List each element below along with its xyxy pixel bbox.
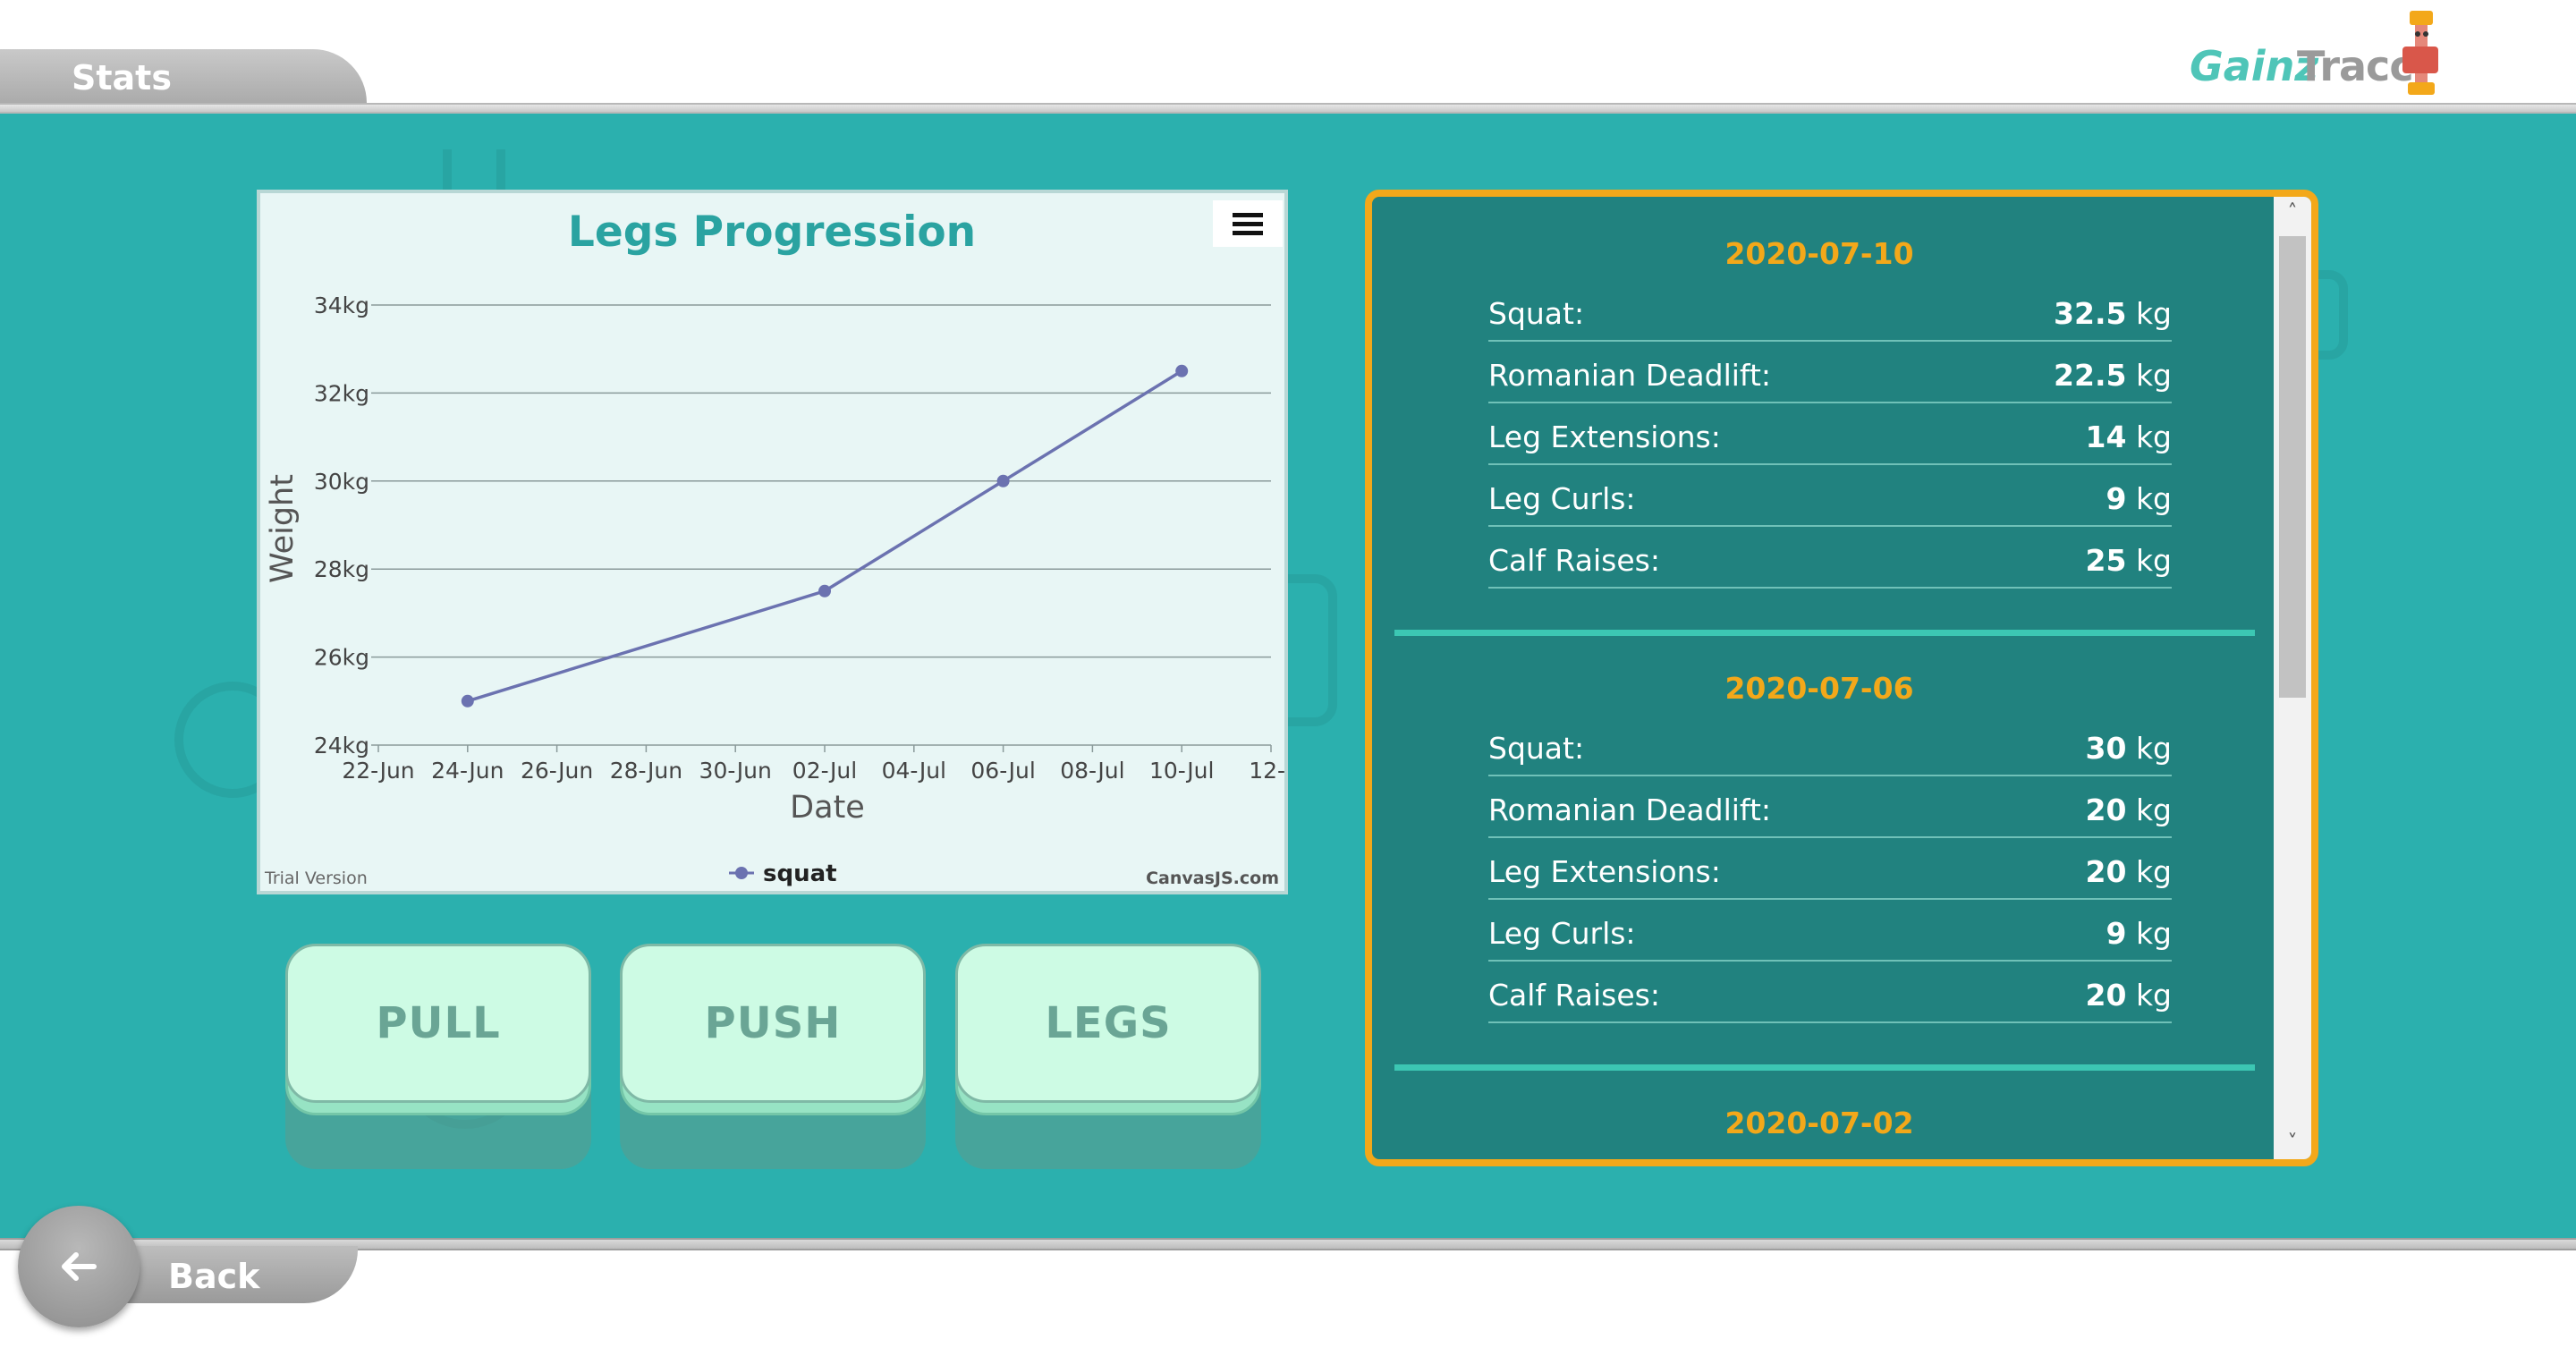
workout-history-list[interactable]: 2020-07-10 Squat: 32.5 kg Romanian Deadl… <box>1372 197 2267 1159</box>
x-tick-label: 02-Jul <box>792 758 857 784</box>
y-tick-label: 34kg <box>314 292 369 318</box>
scrollbar-thumb[interactable] <box>2279 236 2306 698</box>
exercise-weight: 20 kg <box>2085 854 2173 889</box>
exercise-weight: 20 kg <box>2085 792 2173 827</box>
canvasjs-credit-link[interactable]: CanvasJS.com <box>1146 869 1279 888</box>
main-area: 24kg 26kg 28kg 30kg 32kg 34kg 22-Jun 24-Jun 26-J… <box>0 114 2576 1243</box>
exercise-name: Leg Extensions: <box>1488 420 1721 454</box>
exercise-name: Romanian Deadlift: <box>1488 358 1772 393</box>
exercise-row: Calf Raises: 25 kg <box>1488 528 2172 589</box>
pull-button[interactable]: PULL <box>285 944 591 1169</box>
exercise-name: Leg Curls: <box>1488 916 1636 951</box>
x-tick-label: 06-Jul <box>970 758 1035 784</box>
exercise-weight: 20 kg <box>2085 978 2173 1013</box>
exercise-weight: 30 kg <box>2085 731 2173 766</box>
exercise-row: Leg Extensions: 20 kg <box>1488 839 2172 900</box>
legend-label-squat[interactable]: squat <box>763 860 837 887</box>
push-button[interactable]: PUSH <box>620 944 926 1169</box>
stats-tab: Stats <box>0 49 367 106</box>
squat-data-point[interactable] <box>818 584 831 597</box>
y-tick-label: 26kg <box>314 645 369 671</box>
y-tick-label: 32kg <box>314 380 369 406</box>
y-tick-label: 30kg <box>314 469 369 495</box>
squat-data-point[interactable] <box>461 694 474 708</box>
exercise-weight: 9 kg <box>2106 916 2172 951</box>
exercise-row: Squat: 32.5 kg <box>1488 281 2172 342</box>
legs-progression-chart: 24kg 26kg 28kg 30kg 32kg 34kg 22-Jun 24-Jun 26-J… <box>257 190 1288 894</box>
squat-data-point[interactable] <box>1175 364 1189 377</box>
chart-menu-button[interactable] <box>1213 200 1283 247</box>
history-scrollbar[interactable]: ˄ ˅ <box>2274 197 2311 1159</box>
exercise-weight: 32.5 kg <box>2054 296 2172 331</box>
scroll-down-icon[interactable]: ˅ <box>2274 1127 2311 1159</box>
entry-separator <box>1394 630 2255 636</box>
x-tick-label: 22-Jun <box>342 758 414 784</box>
exercise-row: Leg Extensions: 14 kg <box>1488 404 2172 465</box>
arrow-left-icon <box>62 1252 97 1281</box>
y-tick-label: 28kg <box>314 556 369 582</box>
dumbbell-mascot-icon <box>2402 11 2438 95</box>
x-tick-label: 28-Jun <box>610 758 682 784</box>
exercise-name: Squat: <box>1488 731 1585 766</box>
bottom-bar <box>0 1250 2576 1356</box>
exercise-row: Romanian Deadlift: 20 kg <box>1488 777 2172 838</box>
exercise-row: Romanian Deadlift: 22.5 kg <box>1488 343 2172 403</box>
exercise-weight: 22.5 kg <box>2054 358 2172 393</box>
legs-button-label: LEGS <box>1045 998 1172 1048</box>
back-button-label: Back <box>168 1257 260 1296</box>
squat-series-line <box>467 369 1183 703</box>
legend-marker-dot <box>735 867 748 879</box>
app-logo: Gainz Tracc <box>2190 11 2449 98</box>
exercise-name: Calf Raises: <box>1488 543 1660 578</box>
exercise-name: Squat: <box>1488 296 1585 331</box>
exercise-row: Calf Raises: 20 kg <box>1488 962 2172 1023</box>
squat-data-point[interactable] <box>996 474 1010 487</box>
y-tick-label: 24kg <box>314 733 369 759</box>
push-button-label: PUSH <box>704 998 842 1048</box>
pull-button-label: PULL <box>376 998 501 1048</box>
entry-separator <box>1394 1064 2255 1071</box>
exercise-weight: 25 kg <box>2085 543 2173 578</box>
exercise-name: Leg Extensions: <box>1488 854 1721 889</box>
x-tick-label: 10-Jul <box>1149 758 1214 784</box>
exercise-name: Leg Curls: <box>1488 481 1636 516</box>
exercise-weight: 14 kg <box>2085 420 2173 454</box>
exercise-name: Calf Raises: <box>1488 978 1660 1013</box>
entry-date: 2020-07-06 <box>1724 671 1914 706</box>
back-circle-button[interactable] <box>18 1206 140 1327</box>
scroll-up-icon[interactable]: ˄ <box>2274 197 2311 229</box>
chart-title: Legs Progression <box>568 208 976 257</box>
x-axis-label: Date <box>790 790 865 826</box>
exercise-row: Squat: 30 kg <box>1488 716 2172 776</box>
entry-date: 2020-07-02 <box>1724 1106 1914 1140</box>
trial-version-label: Trial Version <box>264 869 368 888</box>
y-axis-label: Weight <box>265 474 301 583</box>
workout-history-panel[interactable]: 2020-07-10 Squat: 32.5 kg Romanian Deadl… <box>1365 190 2318 1166</box>
x-tick-label: 08-Jul <box>1060 758 1124 784</box>
entry-date: 2020-07-10 <box>1724 236 1914 271</box>
x-tick-label: 12-J <box>1249 758 1284 784</box>
legs-button[interactable]: LEGS <box>955 944 1261 1169</box>
x-tick-label: 24-Jun <box>431 758 504 784</box>
exercise-weight: 9 kg <box>2106 481 2172 516</box>
x-tick-label: 30-Jun <box>699 758 772 784</box>
line-chart: 24kg 26kg 28kg 30kg 32kg 34kg 22-Jun 24-Jun 26-J… <box>264 208 1284 888</box>
exercise-name: Romanian Deadlift: <box>1488 792 1772 827</box>
x-tick-label: 26-Jun <box>521 758 593 784</box>
exercise-row: Leg Curls: 9 kg <box>1488 466 2172 527</box>
exercise-row: Leg Curls: 9 kg <box>1488 901 2172 962</box>
stats-tab-label: Stats <box>72 58 172 97</box>
bottom-divider <box>0 1238 2576 1250</box>
top-divider <box>0 103 2576 114</box>
x-tick-label: 04-Jul <box>882 758 946 784</box>
